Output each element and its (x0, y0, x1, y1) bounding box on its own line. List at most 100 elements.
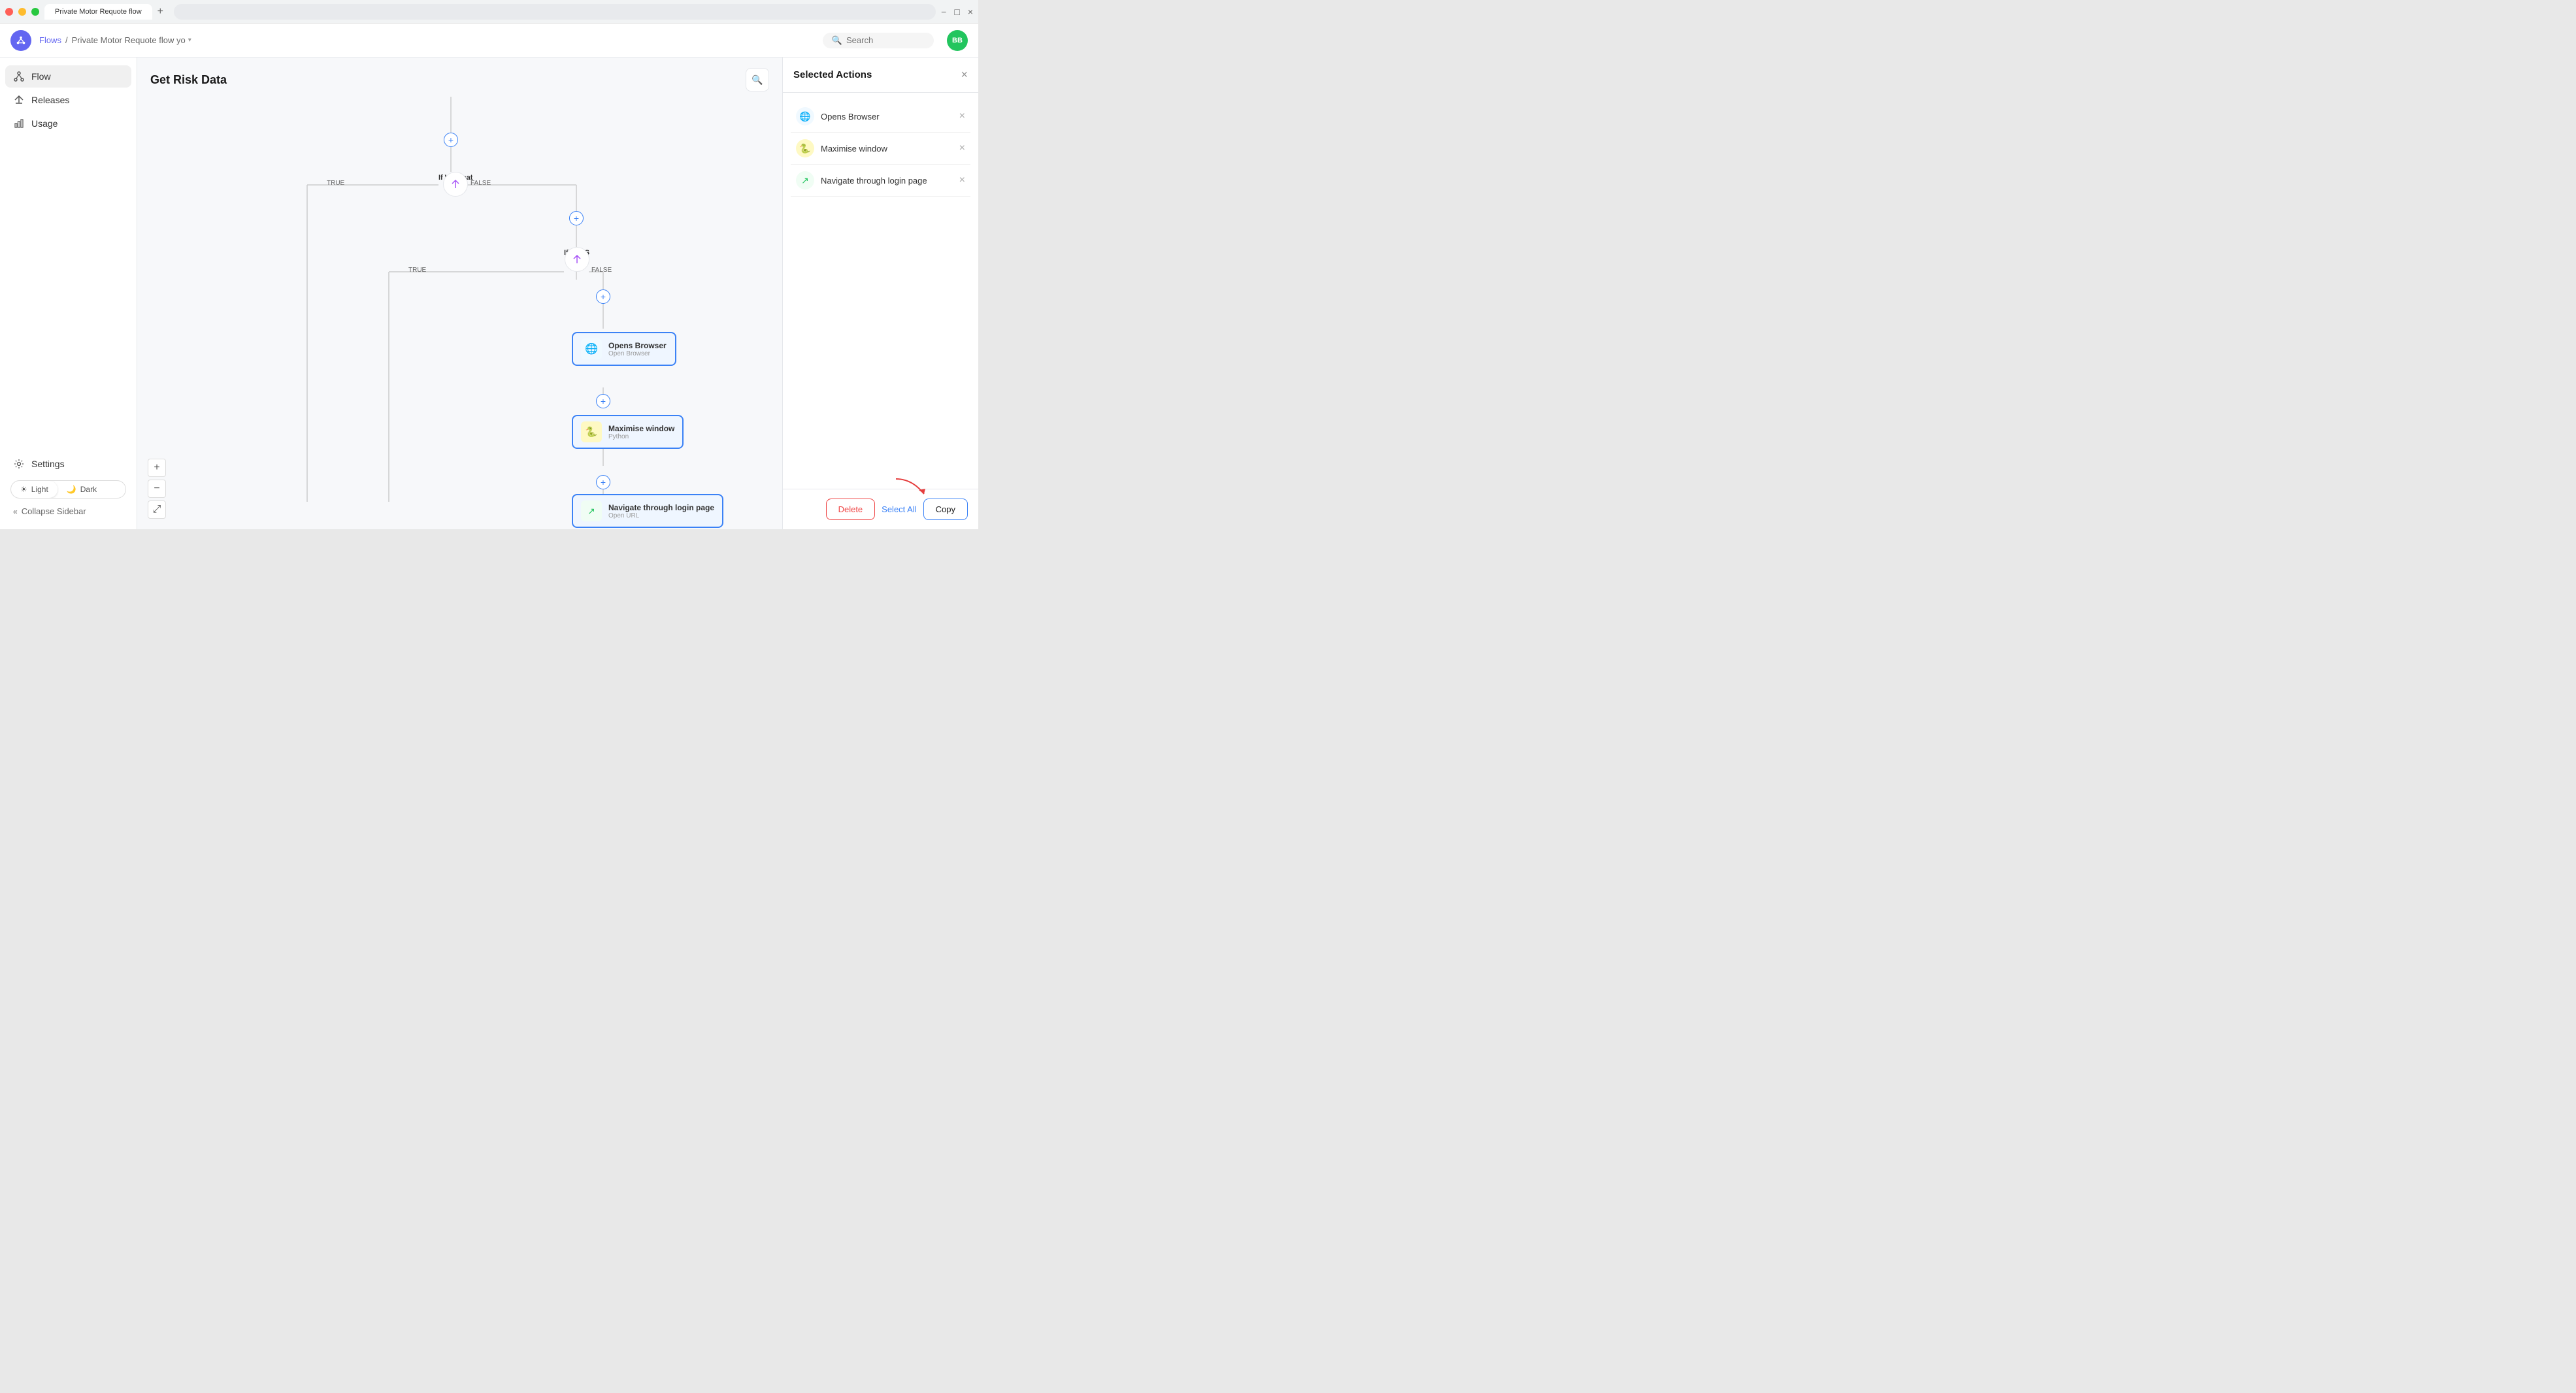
main-content: Flow Releases Usage Settings (0, 57, 978, 529)
copy-button[interactable]: Copy (923, 499, 968, 520)
light-theme-button[interactable]: ☀ Light (11, 481, 58, 498)
navigate-login-node[interactable]: ↗ Navigate through login page Open URL (572, 494, 723, 528)
true-label-1: TRUE (327, 180, 344, 187)
settings-icon (13, 458, 25, 470)
light-label: Light (31, 485, 48, 494)
python-icon: 🐍 (581, 421, 602, 442)
delete-button[interactable]: Delete (826, 499, 876, 520)
if-winbeat-node[interactable] (443, 172, 468, 197)
browser-chrome: Private Motor Requote flow + − □ × (0, 0, 978, 24)
sidebar-item-flow[interactable]: Flow (5, 65, 131, 88)
flow-icon (13, 71, 25, 82)
collapse-label: Collapse Sidebar (22, 506, 86, 516)
browser-controls (5, 8, 39, 16)
avatar: BB (947, 30, 968, 51)
dark-theme-button[interactable]: 🌙 Dark (58, 481, 106, 498)
sidebar-item-usage-label: Usage (31, 118, 58, 129)
canvas-controls: + − ⤢ (148, 459, 166, 519)
window-controls: − □ × (941, 7, 973, 17)
sun-icon: ☀ (20, 485, 27, 494)
tab-title: Private Motor Requote flow (55, 8, 142, 16)
maximise-window-sublabel: Python (608, 433, 674, 440)
false-label-1: FALSE (471, 180, 491, 187)
sidebar-item-releases[interactable]: Releases (5, 89, 131, 111)
right-panel: Selected Actions × 🌐 Opens Browser × 🐍 M… (782, 57, 978, 529)
panel-title: Selected Actions (793, 69, 872, 80)
collapse-sidebar-button[interactable]: « Collapse Sidebar (5, 501, 131, 521)
link-icon: ↗ (581, 500, 602, 521)
true-label-2: TRUE (408, 267, 426, 274)
if-ibais-container: If IBAIS If/Else (564, 247, 589, 264)
if-ibais-node[interactable] (565, 247, 589, 272)
opens-browser-sublabel: Open Browser (608, 350, 667, 357)
opens-browser-node[interactable]: 🌐 Opens Browser Open Browser (572, 332, 676, 366)
panel-item-maximise-window: 🐍 Maximise window × (791, 133, 970, 165)
settings-link[interactable]: Settings (5, 453, 131, 475)
collapse-icon: « (13, 507, 18, 516)
add-button-top[interactable]: + (444, 133, 458, 147)
close-button[interactable] (5, 8, 13, 16)
canvas[interactable]: Get Risk Data 🔍 (137, 57, 782, 529)
sidebar-item-usage[interactable]: Usage (5, 112, 131, 135)
opens-browser-label: Opens Browser (608, 341, 667, 350)
maximise-window-label: Maximise window (608, 424, 674, 433)
sidebar-bottom: Settings ☀ Light 🌙 Dark « Collapse Sideb… (5, 453, 131, 521)
add-button-false-ibais[interactable]: + (596, 289, 610, 304)
search-bar[interactable]: 🔍 (823, 33, 934, 48)
flows-link[interactable]: Flows (39, 35, 61, 45)
remove-opens-browser-button[interactable]: × (959, 110, 965, 122)
topbar: Flows / Private Motor Requote flow yo ▾ … (0, 24, 978, 57)
moon-icon: 🌙 (67, 485, 76, 494)
canvas-search-icon: 🔍 (751, 74, 763, 86)
usage-icon (13, 118, 25, 129)
panel-maximise-label: Maximise window (821, 144, 953, 154)
new-tab-button[interactable]: + (152, 5, 169, 19)
dark-label: Dark (80, 485, 97, 494)
sidebar-item-releases-label: Releases (31, 95, 69, 105)
breadcrumb-sep: / (65, 35, 68, 45)
win-maximize[interactable]: □ (954, 7, 959, 17)
canvas-search-button[interactable]: 🔍 (746, 68, 769, 91)
panel-link-icon: ↗ (796, 171, 814, 189)
breadcrumb: Flows / Private Motor Requote flow yo ▾ (39, 35, 191, 45)
globe-icon: 🌐 (581, 338, 602, 359)
panel-globe-icon: 🌐 (796, 107, 814, 125)
add-button-2[interactable]: + (596, 475, 610, 489)
address-bar[interactable] (174, 4, 936, 20)
theme-toggle: ☀ Light 🌙 Dark (10, 480, 126, 499)
breadcrumb-current[interactable]: Private Motor Requote flow yo ▾ (72, 35, 191, 45)
add-button-1[interactable]: + (596, 394, 610, 408)
canvas-header: Get Risk Data 🔍 (137, 57, 782, 97)
panel-footer: Delete Select All Copy (783, 489, 978, 529)
win-minimize[interactable]: − (941, 7, 946, 17)
false-label-2: FALSE (591, 267, 612, 274)
canvas-title: Get Risk Data (150, 73, 227, 87)
zoom-in-button[interactable]: + (148, 459, 166, 477)
browser-tab[interactable]: Private Motor Requote flow (44, 4, 152, 20)
dropdown-icon: ▾ (188, 37, 191, 44)
settings-label: Settings (31, 459, 65, 469)
navigate-login-label: Navigate through login page (608, 503, 714, 512)
if-winbeat-container: If Winbeat If/Else (438, 172, 472, 189)
panel-body: 🌐 Opens Browser × 🐍 Maximise window × ↗ … (783, 93, 978, 489)
zoom-out-button[interactable]: − (148, 480, 166, 498)
releases-icon (13, 94, 25, 106)
current-flow-name: Private Motor Requote flow yo (72, 35, 186, 45)
remove-navigate-button[interactable]: × (959, 174, 965, 186)
maximise-window-node[interactable]: 🐍 Maximise window Python (572, 415, 684, 449)
add-button-false-winbeat[interactable]: + (569, 211, 584, 225)
panel-navigate-label: Navigate through login page (821, 176, 953, 186)
search-input[interactable] (846, 35, 925, 45)
app: Flows / Private Motor Requote flow yo ▾ … (0, 24, 978, 529)
maximize-button[interactable] (31, 8, 39, 16)
canvas-body: + If Winbeat If/Else TRUE FALSE + (137, 97, 782, 529)
sidebar: Flow Releases Usage Settings (0, 57, 137, 529)
fit-view-button[interactable]: ⤢ (148, 500, 166, 519)
remove-maximise-button[interactable]: × (959, 142, 965, 154)
win-close[interactable]: × (968, 7, 973, 17)
arrow-annotation (893, 476, 929, 499)
select-all-button[interactable]: Select All (882, 504, 916, 514)
navigate-login-sublabel: Open URL (608, 512, 714, 519)
panel-close-button[interactable]: × (961, 68, 968, 82)
minimize-button[interactable] (18, 8, 26, 16)
